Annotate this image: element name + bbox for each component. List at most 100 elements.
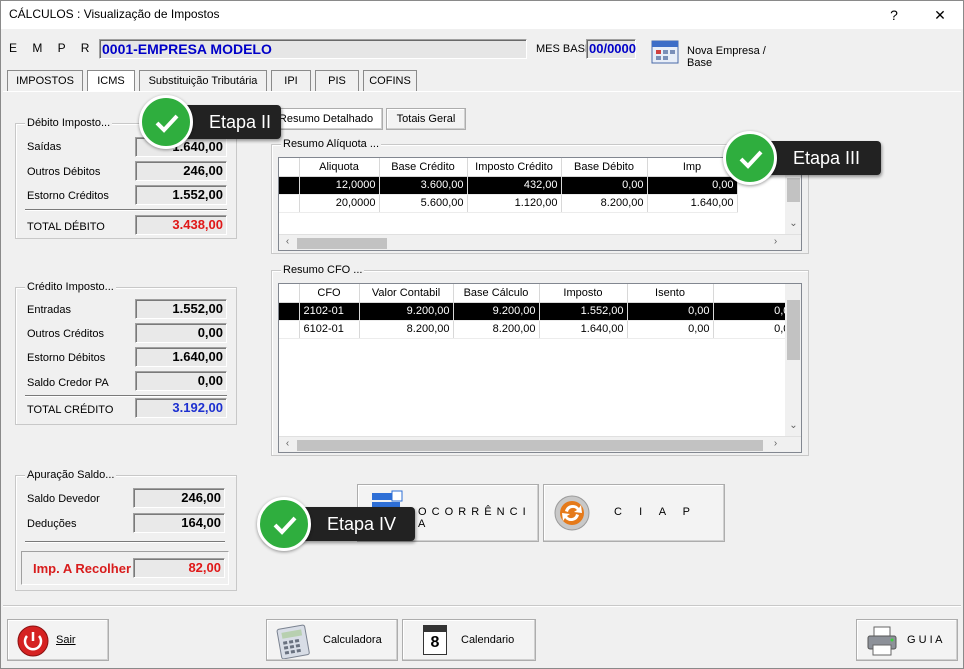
credito-label-saldo: Saldo Credor PA <box>27 377 109 389</box>
row-indicator <box>279 194 300 213</box>
cfo-vscroll[interactable]: ⌄ <box>785 284 801 436</box>
debito-value-outros: 246,00 <box>135 161 227 181</box>
callout-etapa-2-label: Etapa II <box>209 112 272 132</box>
cfo-hscroll-thumb[interactable] <box>297 440 763 451</box>
tab-icms[interactable]: ICMS <box>87 70 135 92</box>
mes-base-field: 00/0000 <box>586 39 636 59</box>
cell: 9.200,00 <box>453 302 540 321</box>
scroll-down-icon[interactable]: ⌄ <box>785 218 801 229</box>
credito-value-outros: 0,00 <box>135 323 227 343</box>
calculator-icon <box>276 624 310 659</box>
cell: 1.640,00 <box>647 194 738 213</box>
tab-divider <box>3 91 961 92</box>
cell: 1.552,00 <box>539 302 628 321</box>
apuracao-label-devedor: Saldo Devedor <box>27 493 100 505</box>
cell: 0,00 <box>647 176 738 195</box>
callout-etapa-4: Etapa IV <box>257 497 415 551</box>
tab-ipi[interactable]: IPI <box>271 70 311 92</box>
cfo-col-cfo[interactable]: CFO <box>299 284 360 303</box>
ocorrencia-label: O C O R R Ê N C I A <box>418 506 527 530</box>
cell: 8.200,00 <box>561 194 648 213</box>
row-indicator <box>279 320 300 339</box>
cell: 1.640,00 <box>539 320 628 339</box>
cfo-hscroll[interactable]: ‹ › <box>279 436 801 452</box>
apuracao-separator <box>25 541 225 543</box>
table-row[interactable]: 20,0000 5.600,00 1.120,00 8.200,00 1.640… <box>279 194 738 213</box>
sair-button[interactable]: Sair <box>7 619 109 661</box>
cell: 2102-01 <box>299 302 360 321</box>
debito-total-value: 3.438,00 <box>135 215 227 235</box>
tab-pis[interactable]: PIS <box>315 70 359 92</box>
calculadora-button[interactable]: Calculadora <box>266 619 398 661</box>
aliquota-hscroll-thumb[interactable] <box>297 238 387 249</box>
cell: 8.200,00 <box>359 320 454 339</box>
cell: 0,00 <box>627 302 714 321</box>
credito-total-value: 3.192,00 <box>135 398 227 418</box>
scroll-right-icon[interactable]: › <box>767 236 784 247</box>
apuracao-label-deducoes: Deduções <box>27 518 77 530</box>
aliquota-col-base-debito[interactable]: Base Débito <box>561 158 648 177</box>
scroll-left-icon[interactable]: ‹ <box>279 438 296 449</box>
apuracao-value-deducoes: 164,00 <box>133 513 225 533</box>
calendario-button[interactable]: 8 Calendario <box>402 619 536 661</box>
debito-label-saidas: Saídas <box>27 141 62 153</box>
guia-button[interactable]: G U I A <box>856 619 958 661</box>
bottom-separator <box>3 605 961 607</box>
credito-title: Crédito Imposto... <box>25 281 116 293</box>
cfo-col-base-calculo[interactable]: Base Cálculo <box>453 284 540 303</box>
aliquota-grid[interactable]: Aliquota Base Crédito Imposto Crédito Ba… <box>278 157 802 251</box>
subtab-resumo-detalhado[interactable]: Resumo Detalhado <box>269 108 383 130</box>
check-icon <box>723 131 777 185</box>
title-bar: CÁLCULOS : Visualização de Impostos ? ✕ <box>1 1 963 29</box>
cfo-grid[interactable]: CFO Valor Contabil Base Cálculo Imposto … <box>278 283 802 453</box>
guia-label: G U I A <box>907 634 943 646</box>
credito-label-estorno: Estorno Débitos <box>27 352 106 364</box>
close-button[interactable]: ✕ <box>917 1 963 29</box>
cfo-col-isento[interactable]: Isento <box>627 284 714 303</box>
cell: 12,0000 <box>299 176 380 195</box>
tab-cofins[interactable]: COFINS <box>363 70 417 92</box>
callout-etapa-3: Etapa III <box>723 131 881 185</box>
debito-title: Débito Imposto... <box>25 117 113 129</box>
table-row[interactable]: 12,0000 3.600,00 432,00 0,00 0,00 <box>279 176 738 195</box>
window-title: CÁLCULOS : Visualização de Impostos <box>9 7 220 21</box>
calendar-day: 8 <box>430 634 440 651</box>
credito-label-entradas: Entradas <box>27 304 72 316</box>
ciap-refresh-icon <box>554 495 590 531</box>
tab-substituicao[interactable]: Substituição Tributária <box>139 70 267 92</box>
aliquota-hscroll[interactable]: ‹ › <box>279 234 801 250</box>
scroll-right-icon[interactable]: › <box>767 438 784 449</box>
callout-etapa-2: Etapa II <box>139 95 281 149</box>
cfo-col-valor-contabil[interactable]: Valor Contabil <box>359 284 454 303</box>
table-row[interactable]: 6102-01 8.200,00 8.200,00 1.640,00 0,00 … <box>279 320 800 339</box>
cfo-indicator-header <box>279 284 300 303</box>
debito-label-estorno: Estorno Créditos <box>27 190 109 202</box>
row-indicator <box>279 176 300 195</box>
power-icon <box>17 625 49 657</box>
nova-empresa-label: Nova Empresa / Base <box>687 45 766 69</box>
aliquota-vscroll-thumb[interactable] <box>787 178 800 202</box>
tab-impostos[interactable]: IMPOSTOS <box>7 70 83 92</box>
ciap-button[interactable]: C I A P <box>543 484 725 542</box>
aliquota-col-imposto-credito[interactable]: Imposto Crédito <box>467 158 562 177</box>
credito-label-outros: Outros Créditos <box>27 328 105 340</box>
main-window: CÁLCULOS : Visualização de Impostos ? ✕ … <box>0 0 964 669</box>
mes-base-label: MES BASE <box>536 43 593 55</box>
empresa-field: 0001-EMPRESA MODELO <box>99 39 527 59</box>
cfo-col-imposto[interactable]: Imposto <box>539 284 628 303</box>
callout-etapa-4-label: Etapa IV <box>327 514 397 534</box>
cell: 432,00 <box>467 176 562 195</box>
scroll-left-icon[interactable]: ‹ <box>279 236 296 247</box>
subtab-totais-geral[interactable]: Totais Geral <box>386 108 466 130</box>
table-row[interactable]: 2102-01 9.200,00 9.200,00 1.552,00 0,00 … <box>279 302 800 321</box>
ciap-label: C I A P <box>614 506 692 518</box>
help-button[interactable]: ? <box>871 1 917 29</box>
row-indicator <box>279 302 300 321</box>
aliquota-col-aliquota[interactable]: Aliquota <box>299 158 380 177</box>
aliquota-col-base-credito[interactable]: Base Crédito <box>379 158 468 177</box>
credito-value-saldo: 0,00 <box>135 371 227 391</box>
apuracao-value-devedor: 246,00 <box>133 488 225 508</box>
cfo-vscroll-thumb[interactable] <box>787 300 800 360</box>
scroll-down-icon[interactable]: ⌄ <box>785 420 801 431</box>
nova-empresa-button[interactable]: Nova Empresa / Base <box>649 37 789 69</box>
